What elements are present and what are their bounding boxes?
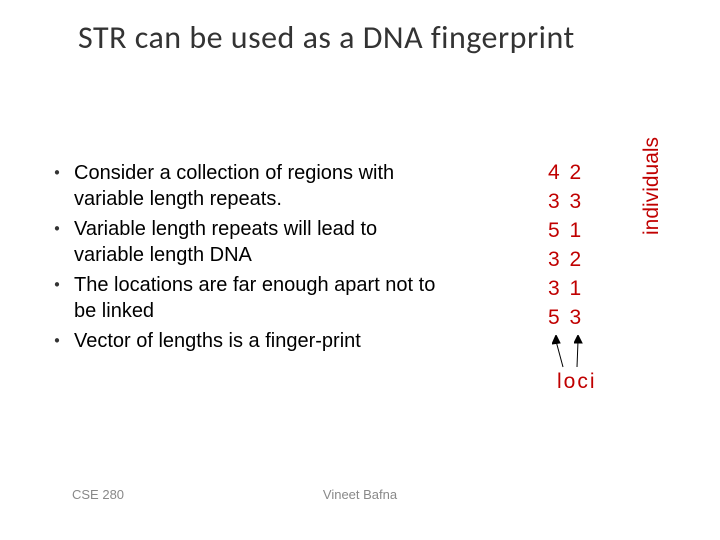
bullet-text: The locations are far enough apart not t… [74,272,440,324]
table-row: 3 3 [548,187,583,216]
bullet-text: Vector of lengths is a finger-print [74,328,361,354]
list-item: • Consider a collection of regions with … [40,160,440,212]
bullet-text: Variable length repeats will lead to var… [74,216,440,268]
list-item: • The locations are far enough apart not… [40,272,440,324]
x-axis-label: loci [557,370,597,394]
table-row: 3 2 [548,245,583,274]
bullet-text: Consider a collection of regions with va… [74,160,440,212]
y-axis-label: individuals [640,137,664,235]
arrow-icon [574,335,588,369]
bullet-dot-icon: • [40,160,74,186]
bullet-dot-icon: • [40,328,74,354]
table-row: 5 3 [548,303,583,332]
table-row: 5 1 [548,216,583,245]
list-item: • Vector of lengths is a finger-print [40,328,440,354]
list-item: • Variable length repeats will lead to v… [40,216,440,268]
footer-center: Vineet Bafna [0,487,720,502]
slide-title: STR can be used as a DNA fingerprint [78,18,575,57]
table-row: 3 1 [548,274,583,303]
bullet-dot-icon: • [40,272,74,298]
bullet-dot-icon: • [40,216,74,242]
arrow-icon [552,335,566,369]
data-grid: 4 2 3 3 5 1 3 2 3 1 5 3 [548,158,583,332]
table-row: 4 2 [548,158,583,187]
bullet-list: • Consider a collection of regions with … [40,160,440,358]
